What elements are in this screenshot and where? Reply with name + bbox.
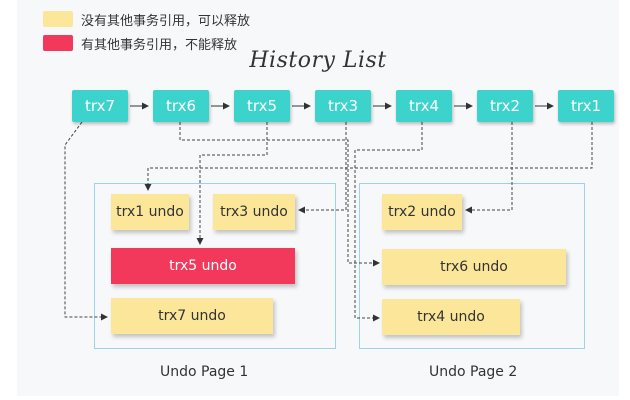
pointer-trx1-undo — [144, 122, 593, 191]
pointer-trx2-undo — [465, 122, 513, 214]
history-node-trx6: trx6 — [153, 90, 209, 122]
pointer-trx6-undo — [179, 122, 380, 267]
history-node-trx2: trx2 — [477, 90, 533, 122]
history-node-trx7: trx7 — [72, 90, 128, 122]
history-node-trx1: trx1 — [558, 90, 614, 122]
undo-pointers — [64, 121, 593, 322]
diagram-connectors — [64, 102, 593, 322]
pointer-trx4-undo — [354, 122, 423, 322]
history-node-trx5: trx5 — [234, 90, 290, 122]
page-label-1: Undo Page 1 — [160, 364, 249, 380]
pointer-trx3-undo — [298, 122, 347, 214]
diagram-canvas: 没有其他事务引用，可以释放 有其他事务引用，不能释放 History List … — [17, 0, 619, 396]
history-node-trx4: trx4 — [396, 90, 452, 122]
page-label-2: Undo Page 2 — [429, 364, 518, 380]
history-node-trx3: trx3 — [315, 90, 371, 122]
pointer-trx7-undo — [64, 121, 108, 321]
